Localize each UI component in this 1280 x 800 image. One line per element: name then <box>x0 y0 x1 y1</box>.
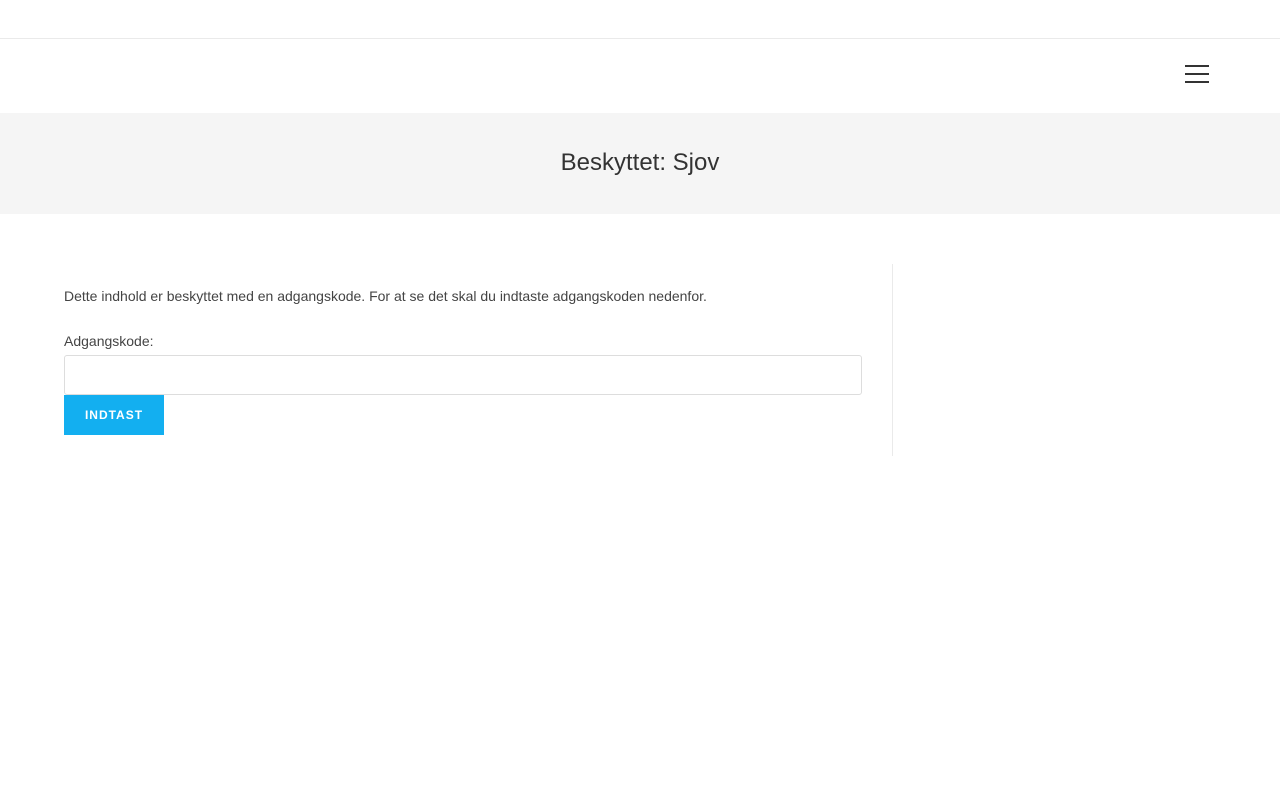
top-bar <box>0 0 1280 39</box>
page-header: Beskyttet: Sjov <box>0 113 1280 214</box>
protected-notice: Dette indhold er beskyttet med en adgang… <box>64 288 707 304</box>
password-label: Adgangskode: <box>64 333 154 349</box>
password-input[interactable] <box>64 355 862 395</box>
site-header <box>0 39 1280 113</box>
submit-button[interactable]: INDTAST <box>64 395 164 435</box>
sidebar-divider <box>892 264 893 456</box>
menu-line <box>1185 81 1209 83</box>
page-title: Beskyttet: Sjov <box>560 148 720 176</box>
hamburger-menu-icon[interactable] <box>1178 57 1216 91</box>
menu-line <box>1185 65 1209 67</box>
menu-line <box>1185 73 1209 75</box>
